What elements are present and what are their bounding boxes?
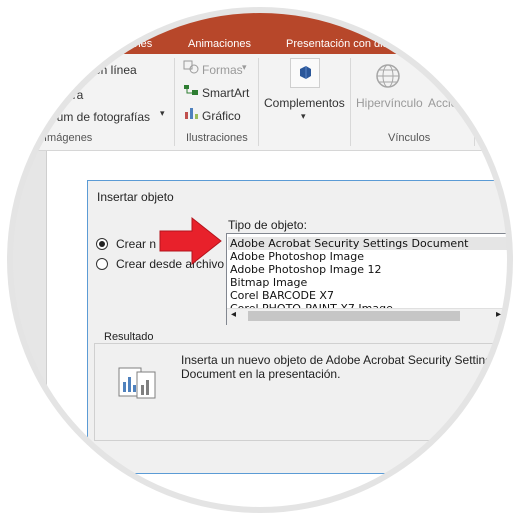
group-separator [174, 58, 175, 146]
result-description-line1: Inserta un nuevo objeto de Adobe Acrobat… [181, 353, 498, 367]
object-package-icon [118, 367, 156, 399]
hyperlink-button[interactable]: Hipervínculo [356, 96, 423, 110]
screenshot-stage: iones Animaciones Presentación con dia e… [0, 0, 520, 520]
result-description-line2: Document en la presentación. [181, 367, 341, 381]
add-ins-icon-frame[interactable] [290, 58, 320, 88]
dialog-title: Insertar objeto [97, 190, 174, 204]
shapes-icon [183, 60, 199, 74]
radio-create-new[interactable] [96, 238, 108, 250]
add-ins-dropdown-icon[interactable]: ▾ [301, 111, 306, 122]
arrow-pointer-icon [443, 64, 459, 88]
radio-selected-dot [99, 241, 105, 247]
object-type-label: Tipo de objeto: [228, 218, 307, 232]
scroll-left-icon[interactable]: ◂ [231, 309, 236, 320]
list-item[interactable]: Corel BARCODE X7 [230, 289, 334, 302]
group-separator [474, 58, 475, 146]
add-ins-icon [300, 66, 311, 79]
shapes-dropdown-icon[interactable]: ▾ [242, 62, 247, 73]
scroll-right-icon[interactable]: ▸ [496, 309, 501, 320]
tab-presentacion[interactable]: Presentación con dia [286, 38, 389, 50]
list-item[interactable]: Adobe Acrobat Security Settings Document [228, 237, 515, 250]
smartart-button[interactable]: SmartArt [202, 86, 249, 100]
tab-animaciones[interactable]: Animaciones [188, 38, 251, 50]
tab-transitions[interactable]: iones [126, 38, 152, 50]
radio-create-from-file[interactable] [96, 258, 108, 270]
list-item[interactable]: Adobe Photoshop Image 12 [230, 263, 382, 276]
chart-icon [185, 108, 198, 119]
group-separator [350, 58, 351, 146]
list-item[interactable]: Adobe Photoshop Image [230, 250, 364, 263]
photo-album-button[interactable]: bum de fotografías [50, 110, 150, 124]
group-label-ilustraciones: Ilustraciones [186, 132, 248, 144]
link-icon [376, 64, 400, 88]
ribbon-tab-bar [0, 0, 520, 54]
online-images-button[interactable]: en línea [94, 63, 137, 77]
group-separator [258, 58, 259, 146]
shapes-button[interactable]: Formas [202, 63, 243, 77]
add-ins-button[interactable]: Complementos [264, 96, 345, 110]
radio-create-new-label[interactable]: Crear n [116, 237, 156, 251]
scrollbar-thumb[interactable] [248, 311, 460, 321]
smartart-icon [184, 85, 198, 95]
screenshot-button[interactable]: ura [66, 88, 83, 102]
group-label-imagenes: Imágenes [44, 132, 93, 144]
group-label-vinculos: Vínculos [388, 132, 431, 144]
chart-button[interactable]: Gráfico [202, 109, 241, 123]
red-arrow-pointer-icon [159, 216, 222, 266]
list-item[interactable]: Bitmap Image [230, 276, 307, 289]
result-label: Resultado [101, 331, 157, 343]
action-button[interactable]: Acció [428, 96, 457, 110]
photo-album-dropdown-icon[interactable]: ▾ [160, 108, 165, 119]
